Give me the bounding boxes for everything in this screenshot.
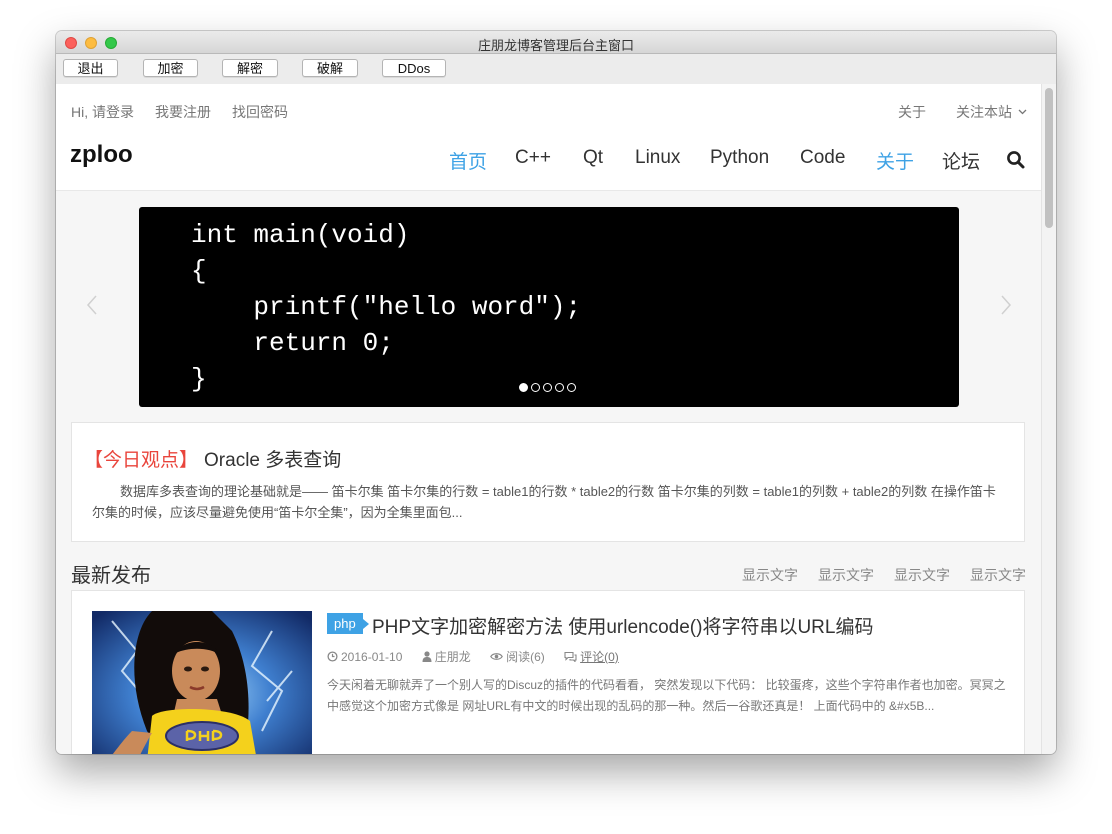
latest-section-title: 最新发布 — [71, 565, 151, 587]
article-comments[interactable]: 评论(0) — [564, 650, 619, 664]
article-meta: 2016-01-10 庄朋龙 阅读(6) 评论(0) — [327, 648, 635, 665]
carousel-dot[interactable] — [531, 383, 540, 392]
app-window: 庄朋龙博客管理后台主窗口 退出 加密 解密 破解 DDos Hi, 请登录 我要… — [56, 31, 1056, 754]
section-link[interactable]: 显示文字 — [742, 565, 798, 585]
site-header: Hi, 请登录 我要注册 找回密码 关于 关注本站 zploo 首页 C++ Q… — [56, 84, 1041, 191]
featured-summary: 数据库多表查询的理论基础就是—— 笛卡尔集 笛卡尔集的行数 = table1的行… — [92, 484, 996, 520]
section-link[interactable]: 显示文字 — [818, 565, 874, 585]
nav-home[interactable]: 首页 — [449, 147, 487, 174]
featured-heading: 【今日观点】 Oracle 多表查询 — [84, 445, 341, 472]
clock-icon — [327, 651, 338, 662]
search-icon[interactable] — [1006, 150, 1026, 170]
reads-text: 阅读(6) — [506, 650, 545, 664]
article-reads: 阅读(6) — [490, 650, 545, 664]
article-thumbnail[interactable] — [92, 611, 312, 754]
comments-icon — [564, 651, 577, 663]
crack-button[interactable]: 破解 — [302, 59, 358, 77]
logout-button[interactable]: 退出 — [63, 59, 118, 77]
code-line: printf("hello word"); — [191, 292, 582, 322]
title-bar: 庄朋龙博客管理后台主窗口 — [56, 31, 1056, 54]
eye-icon — [490, 653, 503, 660]
section-link[interactable]: 显示文字 — [970, 565, 1026, 585]
image-carousel[interactable]: int main(void) { printf("hello word"); r… — [139, 207, 959, 407]
window-title: 庄朋龙博客管理后台主窗口 — [477, 38, 634, 53]
nav-qt[interactable]: Qt — [583, 147, 603, 169]
date-text: 2016-01-10 — [341, 650, 403, 664]
article-card: php PHP文字加密解密方法 使用urlencode()将字符串以URL编码 … — [71, 590, 1025, 754]
code-line: } — [191, 364, 207, 394]
featured-title[interactable]: Oracle 多表查询 — [204, 450, 341, 471]
code-line: int main(void) — [191, 220, 410, 250]
code-line: return 0; — [191, 328, 394, 358]
web-content: Hi, 请登录 我要注册 找回密码 关于 关注本站 zploo 首页 C++ Q… — [56, 84, 1041, 754]
chevron-down-icon — [1018, 109, 1027, 115]
carousel-dot[interactable] — [555, 383, 564, 392]
follow-label: 关注本站 — [956, 104, 1012, 120]
user-icon — [422, 651, 432, 662]
nav-cpp[interactable]: C++ — [515, 147, 551, 169]
about-link[interactable]: 关于 — [898, 102, 926, 122]
login-link[interactable]: Hi, 请登录 — [71, 102, 134, 122]
ddos-button[interactable]: DDos — [382, 59, 446, 77]
nav-forum[interactable]: 论坛 — [942, 147, 980, 174]
vertical-scrollbar[interactable] — [1041, 84, 1056, 754]
article-excerpt: 今天闲着无聊就弄了一个别人写的Discuz的插件的代码看看， 突然发现以下代码：… — [327, 678, 1006, 713]
php-character-illustration — [92, 611, 312, 754]
find-password-link[interactable]: 找回密码 — [232, 102, 288, 122]
carousel-dot[interactable] — [567, 383, 576, 392]
toolbar: 退出 加密 解密 破解 DDos — [56, 54, 1056, 84]
chevron-right-icon[interactable] — [1000, 294, 1012, 316]
featured-post[interactable]: 【今日观点】 Oracle 多表查询 数据库多表查询的理论基础就是—— 笛卡尔集 … — [71, 422, 1025, 542]
site-logo[interactable]: zploo — [70, 141, 133, 169]
encrypt-button[interactable]: 加密 — [143, 59, 198, 77]
nav-python[interactable]: Python — [710, 147, 769, 169]
chevron-left-icon[interactable] — [86, 294, 98, 316]
category-badge[interactable]: php — [327, 613, 369, 634]
carousel-dot[interactable] — [543, 383, 552, 392]
nav-about[interactable]: 关于 — [876, 147, 914, 174]
decrypt-button[interactable]: 解密 — [222, 59, 278, 77]
article-date: 2016-01-10 — [327, 650, 402, 664]
carousel-indicators — [519, 383, 579, 401]
register-link[interactable]: 我要注册 — [155, 102, 211, 122]
code-line: { — [191, 256, 207, 286]
scrollbar-thumb[interactable] — [1045, 88, 1053, 228]
follow-menu[interactable]: 关注本站 — [956, 102, 1027, 122]
comments-link[interactable]: 评论(0) — [580, 650, 619, 664]
carousel-dot[interactable] — [519, 383, 528, 392]
section-link[interactable]: 显示文字 — [894, 565, 950, 585]
nav-code[interactable]: Code — [800, 147, 845, 169]
code-slide: int main(void) { printf("hello word"); r… — [191, 217, 581, 397]
author-text: 庄朋龙 — [434, 650, 471, 664]
article-author: 庄朋龙 — [422, 650, 471, 664]
nav-linux[interactable]: Linux — [635, 147, 680, 169]
featured-tag: 【今日观点】 — [84, 450, 199, 471]
article-title[interactable]: PHP文字加密解密方法 使用urlencode()将字符串以URL编码 — [372, 612, 873, 639]
